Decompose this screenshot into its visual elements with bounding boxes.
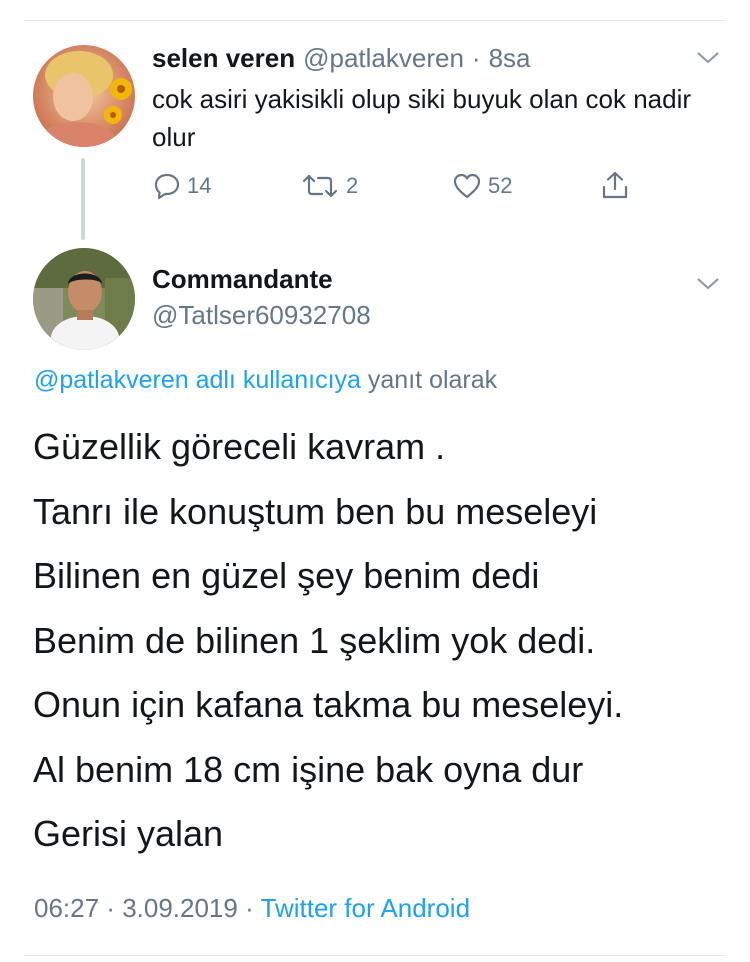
avatar-selen-veren[interactable] xyxy=(33,45,135,147)
share-button[interactable] xyxy=(600,170,630,200)
thread-connector-line xyxy=(81,158,85,240)
tweet-line: Gerisi yalan xyxy=(33,813,224,854)
quoted-tweet-header: selen veren @patlakveren · 8sa xyxy=(152,43,531,74)
tweet-date[interactable]: 3.09.2019 xyxy=(122,893,238,923)
retweet-button[interactable]: 2 xyxy=(300,172,358,200)
reply-count: 14 xyxy=(187,173,212,198)
separator-dot: · xyxy=(471,43,481,73)
author-name: Commandante xyxy=(152,264,333,295)
reply-context: @patlakveren adlı kullanıcıya yanıt olar… xyxy=(34,366,497,395)
main-tweet-menu-button[interactable] xyxy=(688,264,728,304)
tweet-line: Onun için kafana takma bu meseleyi. xyxy=(33,684,624,725)
main-tweet-text: Güzellik göreceli kavram . Tanrı ile kon… xyxy=(33,415,733,867)
avatar-image xyxy=(33,248,135,350)
reply-to-link[interactable]: @patlakveren adlı kullanıcıya xyxy=(34,366,361,394)
display-name[interactable]: selen veren xyxy=(152,43,295,74)
separator-dot: · xyxy=(237,893,261,923)
tweet-line: Benim de bilinen 1 şeklim yok dedi. xyxy=(33,619,596,661)
bottom-divider xyxy=(24,955,726,956)
reply-button[interactable]: 14 xyxy=(153,172,211,200)
tweet-line: Tanrı ile konuştum ben bu meseleyi xyxy=(33,490,598,532)
tweet-time[interactable]: 8sa xyxy=(489,43,531,74)
handle[interactable]: @patlakveren xyxy=(303,43,464,74)
tweet-line: Güzellik göreceli kavram . xyxy=(33,426,446,467)
quoted-tweet-text: cok asiri yakisikli olup siki buyuk olan… xyxy=(152,84,692,152)
quoted-tweet-menu-button[interactable] xyxy=(688,38,728,78)
separator-dot: · xyxy=(99,893,123,923)
display-name[interactable]: Commandante xyxy=(152,264,333,294)
like-icon xyxy=(453,173,481,199)
retweet-count: 2 xyxy=(346,173,359,198)
share-icon xyxy=(602,171,628,199)
retweet-icon xyxy=(302,174,338,198)
chevron-down-icon xyxy=(697,278,719,290)
like-button[interactable]: 52 xyxy=(452,172,512,200)
reply-icon xyxy=(154,173,180,200)
tweet-time[interactable]: 06:27 xyxy=(34,893,99,923)
tweet-line: Bilinen en güzel şey benim dedi xyxy=(33,555,540,596)
chevron-down-icon xyxy=(697,52,719,64)
tweet-line: Al benim 18 cm işine bak oyna dur xyxy=(33,748,584,790)
tweet-metadata: 06:27 · 3.09.2019 · Twitter for Android xyxy=(34,893,470,924)
like-count: 52 xyxy=(488,173,513,198)
tweet-source-link[interactable]: Twitter for Android xyxy=(261,893,471,923)
avatar-image xyxy=(33,45,135,147)
top-divider xyxy=(24,20,726,21)
author-handle[interactable]: @Tatlser60932708 xyxy=(152,300,371,331)
avatar-commandante[interactable] xyxy=(33,248,135,350)
reply-to-suffix: yanıt olarak xyxy=(360,366,498,394)
